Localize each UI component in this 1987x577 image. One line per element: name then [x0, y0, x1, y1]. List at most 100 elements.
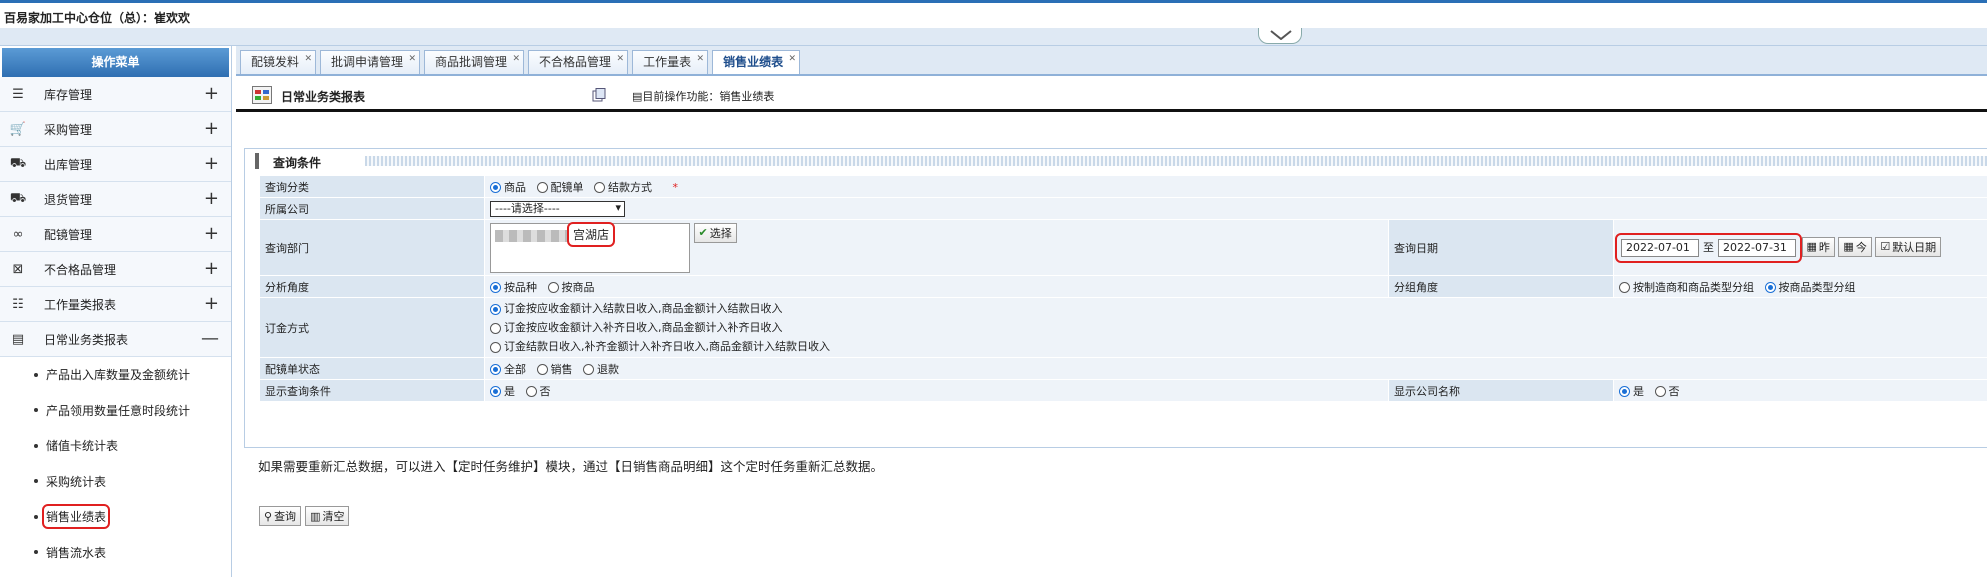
yesterday-button[interactable]: ▦ 昨 [1801, 236, 1835, 257]
category-options: 商品 配镜单 结款方式 * [484, 175, 1987, 198]
search-button[interactable]: ⚲ 查询 [259, 506, 302, 526]
sidebar-header: 操作菜单 [2, 48, 229, 77]
select-department-button[interactable]: ✔ 选择 [693, 222, 737, 243]
sidebar-item-outbound[interactable]: ⛟ 出库管理 + [0, 147, 231, 182]
main-area: 配镜发料 ✕ 批调申请管理 ✕ 商品批调管理 ✕ 不合格品管理 ✕ 工作量表 ✕ 销售业绩… [236, 46, 1987, 577]
date-from-input[interactable]: 2022-07-01 [1621, 238, 1699, 257]
plus-icon: + [203, 188, 219, 209]
radio-icon [1764, 282, 1776, 293]
sidebar-item-returns[interactable]: ⛟ 退货管理 + [0, 182, 231, 217]
radio-deposit-2[interactable]: 订金按应收金额计入补齐日收入,商品金额计入补齐日收入 [490, 318, 1975, 337]
radio-icon [525, 386, 537, 397]
company-select[interactable]: ----请选择---- [490, 200, 625, 217]
sidebar-item-inventory[interactable]: ☰ 库存管理 + [0, 77, 231, 112]
radio-group-maker[interactable]: 按制造商和商品类型分组 [1619, 281, 1754, 294]
department-textarea[interactable]: 宫湖店 [490, 221, 690, 273]
close-icon[interactable]: ✕ [304, 48, 312, 70]
today-button[interactable]: ▦ 今 [1838, 236, 1872, 257]
radio-status-sale[interactable]: 销售 [536, 363, 573, 376]
chevron-down-icon [1270, 30, 1292, 40]
plus-icon: + [203, 118, 219, 139]
date-to-input[interactable]: 2022-07-31 [1718, 238, 1796, 257]
subitem-card-stats[interactable]: 储值卡统计表 [0, 428, 231, 464]
radio-by-variety[interactable]: 按品种 [490, 281, 537, 294]
collapse-header-button[interactable] [1258, 28, 1302, 44]
bullet-icon [34, 550, 38, 555]
plus-icon: + [203, 258, 219, 279]
radio-order[interactable]: 配镜单 [536, 180, 584, 194]
tab-defective[interactable]: 不合格品管理 ✕ [528, 48, 629, 74]
button-label: 查询 [274, 510, 297, 523]
sidebar-item-workload[interactable]: ☷ 工作量类报表 + [0, 287, 231, 322]
tab-label: 不合格品管理 [539, 55, 612, 69]
button-label: 昨 [1818, 240, 1830, 254]
sidebar-item-label: 退货管理 [44, 192, 93, 207]
button-label: 默认日期 [1892, 240, 1937, 254]
close-icon[interactable]: ✕ [789, 48, 797, 70]
radio-show-cond-no[interactable]: 否 [525, 385, 551, 398]
radio-status-all[interactable]: 全部 [490, 363, 526, 376]
subitem-stock-stats[interactable]: 产品出入库数量及金额统计 [0, 357, 231, 393]
box-x-icon: ⊠ [12, 261, 24, 277]
tab-lens-dispatch[interactable]: 配镜发料 ✕ [240, 48, 317, 74]
radio-show-cond-yes[interactable]: 是 [490, 385, 515, 398]
sidebar-item-purchase[interactable]: 🛒 采购管理 + [0, 112, 231, 147]
radio-icon [1654, 386, 1666, 397]
radio-icon [536, 182, 548, 193]
sidebar-item-label: 出库管理 [44, 157, 93, 172]
option-label: 订金按应收金额计入补齐日收入,商品金额计入补齐日收入 [504, 321, 783, 334]
radio-group-type[interactable]: 按商品类型分组 [1764, 281, 1856, 294]
radio-icon [594, 182, 605, 193]
radio-icon [490, 341, 501, 353]
subitem-usage-stats[interactable]: 产品领用数量任意时段统计 [0, 393, 231, 429]
sidebar-item-daily[interactable]: ▤ 日常业务类报表 — [0, 322, 231, 357]
close-icon[interactable]: ✕ [513, 48, 521, 70]
analysis-options: 按品种 按商品 [484, 275, 1389, 298]
date-range: 2022-07-01 至 2022-07-31 [1615, 232, 1802, 263]
tab-sales-performance[interactable]: 销售业绩表 ✕ [712, 48, 801, 74]
tab-transfer-request[interactable]: 批调申请管理 ✕ [320, 48, 421, 74]
cart-icon: 🛒 [9, 121, 27, 137]
check-icon: ✔ [698, 226, 708, 239]
tab-workload[interactable]: 工作量表 ✕ [632, 48, 709, 74]
report-icon: ☷ [12, 296, 24, 312]
subitem-sales-flow[interactable]: 销售流水表 [0, 535, 231, 571]
minus-icon: — [201, 328, 219, 349]
clear-button[interactable]: ▥ 清空 [305, 506, 350, 526]
info-note: 如果需要重新汇总数据，可以进入【定时任务维护】模块，通过【日销售商品明细】这个定… [258, 459, 884, 474]
field-label: 分组角度 [1388, 275, 1614, 298]
field-label: 查询日期 [1388, 219, 1614, 276]
radio-goods[interactable]: 商品 [490, 181, 526, 194]
close-icon[interactable]: ✕ [408, 48, 416, 70]
radio-show-company-yes[interactable]: 是 [1619, 385, 1644, 398]
option-label: 配镜单 [550, 180, 584, 194]
sidebar-item-glasses[interactable]: ∞ 配镜管理 + [0, 217, 231, 252]
radio-by-goods[interactable]: 按商品 [547, 281, 595, 294]
sidebar-item-defective[interactable]: ⊠ 不合格品管理 + [0, 252, 231, 287]
radio-status-refund[interactable]: 退款 [583, 363, 619, 376]
radio-icon [490, 182, 501, 193]
section-marker [255, 153, 259, 169]
radio-icon [536, 364, 548, 375]
tab-label: 商品批调管理 [435, 55, 508, 69]
subitem-label: 储值卡统计表 [46, 439, 119, 454]
header-pattern [365, 156, 1987, 166]
default-date-button[interactable]: ☑ 默认日期 [1875, 236, 1942, 257]
option-label: 订金按应收金额计入结款日收入,商品金额计入结款日收入 [504, 302, 783, 315]
close-icon[interactable]: ✕ [617, 48, 625, 70]
close-icon[interactable]: ✕ [697, 48, 705, 70]
radio-payment[interactable]: 结款方式 [594, 181, 652, 194]
radio-show-company-no[interactable]: 否 [1654, 385, 1680, 398]
grouping-options: 按制造商和商品类型分组 按商品类型分组 [1613, 275, 1987, 298]
radio-icon [547, 282, 559, 293]
radio-deposit-3[interactable]: 订金结款日收入,补齐金额计入补齐日收入,商品金额计入结款日收入 [490, 337, 1975, 356]
copy-icon[interactable] [592, 88, 606, 102]
tab-goods-transfer[interactable]: 商品批调管理 ✕ [424, 48, 525, 74]
field-label: 显示公司名称 [1388, 379, 1614, 402]
sidebar-item-label: 采购管理 [44, 122, 93, 137]
subitem-purchase-stats[interactable]: 采购统计表 [0, 464, 231, 500]
radio-deposit-1[interactable]: 订金按应收金额计入结款日收入,商品金额计入结款日收入 [490, 299, 1975, 318]
field-label: 查询分类 [259, 175, 485, 198]
subitem-sales-performance[interactable]: 销售业绩表 [0, 499, 231, 535]
department-cell: 宫湖店 ✔ 选择 [484, 219, 1389, 276]
